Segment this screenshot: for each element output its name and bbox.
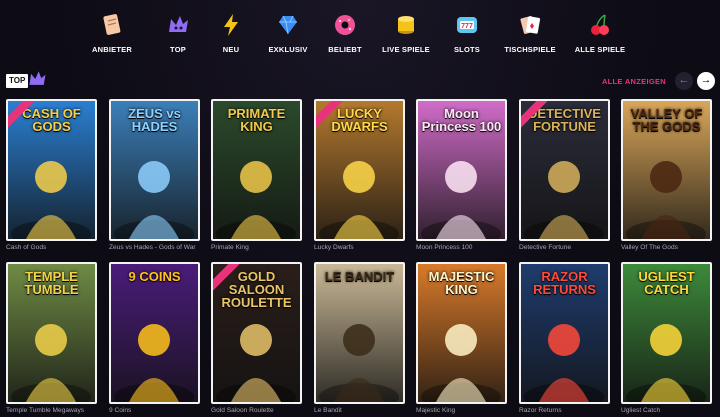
game-card[interactable]: PRIMATE KING [211, 99, 302, 241]
game-art-figure [521, 139, 608, 239]
game-art-title: MAJESTIC KING [428, 269, 495, 297]
game-card[interactable]: CASH OF GODS [6, 99, 97, 241]
arrow-right-icon: → [700, 74, 712, 86]
game-title[interactable]: Razor Returns [519, 407, 615, 414]
nav-item-tischspiele[interactable]: TISCHSPIELE [490, 12, 570, 54]
nav-label: TISCHSPIELE [504, 45, 556, 54]
game-art-title: 9 COINS [128, 269, 181, 284]
game-art-title: LE BANDIT [324, 269, 395, 284]
scroll-icon [103, 14, 121, 35]
game-card[interactable]: LE BANDIT [314, 262, 405, 404]
game-art-title: VALLEY OF THE GODS [630, 106, 703, 134]
game-art-title: PRIMATE KING [227, 106, 286, 134]
game-title[interactable]: Detective Fortune [519, 244, 615, 251]
game-art-figure [316, 139, 403, 239]
slot-machine-icon: 777 [457, 17, 477, 33]
game-title[interactable]: Primate King [211, 244, 307, 251]
game-card[interactable]: UGLIEST CATCH [621, 262, 712, 404]
game-art-figure [418, 302, 505, 402]
game-art-title: TEMPLE TUMBLE [24, 269, 79, 297]
game-card[interactable]: LUCKY DWARFS [314, 99, 405, 241]
game-art-figure [8, 139, 95, 239]
crown-icon [29, 71, 46, 85]
game-art-figure [623, 139, 710, 239]
game-card[interactable]: GOLD SALOON ROULETTE [211, 262, 302, 404]
nav-label: ALLE SPIELE [574, 45, 626, 54]
diamond-icon [279, 15, 297, 35]
game-title[interactable]: Gold Saloon Roulette [211, 407, 307, 414]
game-card[interactable]: 9 COINS [109, 262, 200, 404]
section-badge: TOP [6, 74, 29, 88]
game-card[interactable]: ZEUS vs HADES [109, 99, 200, 241]
nav-item-alle-spiele[interactable]: ALLE SPIELE [560, 12, 640, 54]
game-title[interactable]: Cash of Gods [6, 244, 102, 251]
lightning-icon [224, 14, 238, 36]
crown-icon [169, 16, 188, 32]
game-art-title: ZEUS vs HADES [128, 106, 181, 134]
game-card[interactable]: RAZOR RETURNS [519, 262, 610, 404]
game-art-figure [623, 302, 710, 402]
next-button[interactable]: → [697, 72, 715, 90]
game-title[interactable]: Moon Princess 100 [416, 244, 512, 251]
game-art-figure [111, 139, 198, 239]
game-title[interactable]: 9 Coins [109, 407, 205, 414]
game-art-figure [316, 302, 403, 402]
game-art-figure [111, 302, 198, 402]
coins-icon [398, 16, 414, 34]
game-title[interactable]: Valley Of The Gods [621, 244, 717, 251]
game-title[interactable]: Temple Tumble Megaways [6, 407, 102, 414]
game-art-figure [521, 302, 608, 402]
game-title[interactable]: Zeus vs Hades - Gods of War [109, 244, 205, 251]
game-art-figure [213, 302, 300, 402]
game-art-figure [8, 302, 95, 402]
prev-button[interactable]: ← [675, 72, 693, 90]
game-card[interactable]: Moon Princess 100 [416, 99, 507, 241]
game-card[interactable]: VALLEY OF THE GODS [621, 99, 712, 241]
game-art-figure [213, 139, 300, 239]
game-title[interactable]: Lucky Dwarfs [314, 244, 410, 251]
svg-text:777: 777 [461, 23, 473, 30]
game-card[interactable]: TEMPLE TUMBLE [6, 262, 97, 404]
playing-cards-icon [520, 16, 541, 34]
arrow-left-icon: ← [678, 74, 690, 86]
game-art-title: RAZOR RETURNS [533, 269, 596, 297]
donut-icon [335, 15, 355, 35]
game-title[interactable]: Ugliest Catch [621, 407, 717, 414]
show-all-link[interactable]: ALLE ANZEIGEN [602, 77, 666, 86]
game-art-figure [418, 139, 505, 239]
game-title[interactable]: Majestic King [416, 407, 512, 414]
game-art-title: UGLIEST CATCH [638, 269, 695, 297]
game-title[interactable]: Le Bandit [314, 407, 410, 414]
game-art-title: Moon Princess 100 [421, 106, 502, 134]
game-card[interactable]: MAJESTIC KING [416, 262, 507, 404]
cherries-icon [591, 14, 609, 35]
game-card[interactable]: DETECTIVE FORTUNE [519, 99, 610, 241]
